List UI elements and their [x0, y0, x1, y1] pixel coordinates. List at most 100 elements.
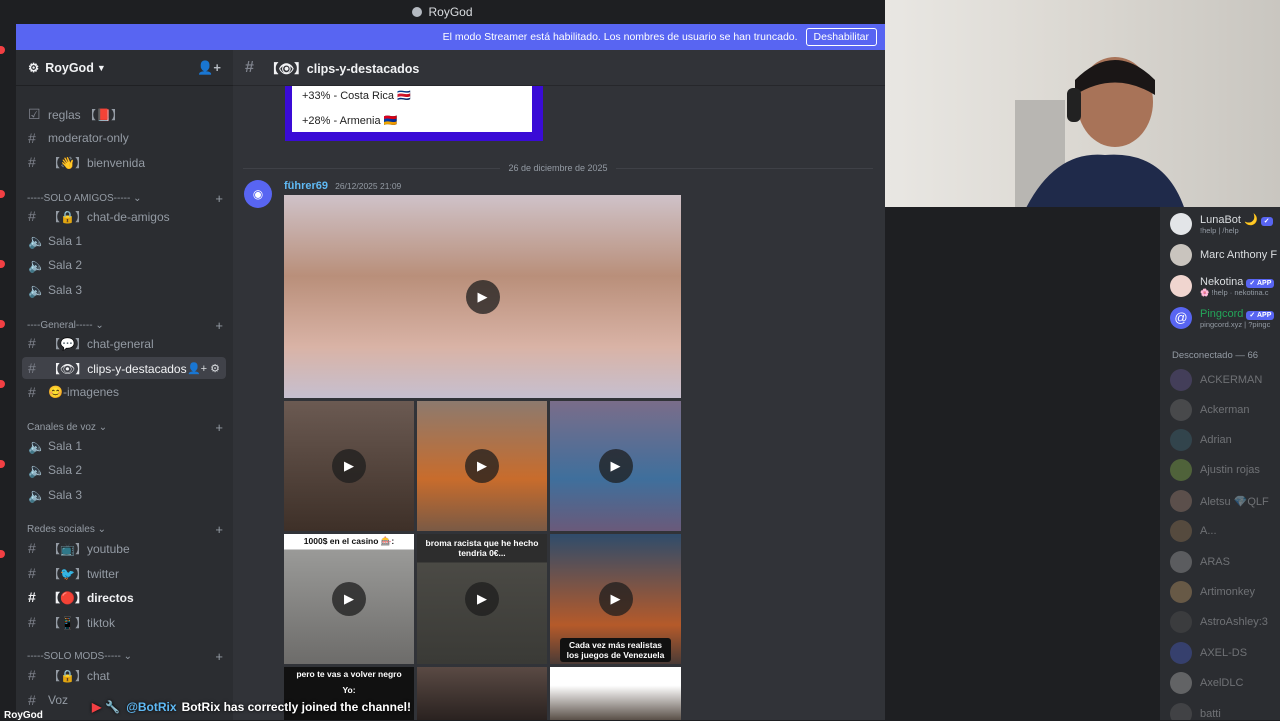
member-name: AXEL-DS [1200, 647, 1248, 659]
avatar[interactable]: ◉ [244, 180, 272, 208]
video-attachment[interactable]: ▶ Cada vez más realistas los juegos de V… [550, 534, 681, 664]
channel-moderator-only[interactable]: # moderator-only [22, 127, 226, 149]
member-item[interactable]: Adrian [1170, 429, 1280, 451]
hash-icon: # [28, 565, 36, 581]
channel-chat-de-amigos[interactable]: # 【🔒】chat-de-amigos [22, 205, 226, 227]
streamer-figure [1015, 57, 1184, 207]
date-divider: 26 de diciembre de 2025 [243, 163, 874, 173]
video-attachment[interactable]: 1000$ en el casino 🎰: ▶ [284, 534, 414, 664]
video-attachment[interactable]: broma racista que he hecho tendria 0€...… [417, 534, 547, 664]
add-member-icon[interactable]: 👤+ [197, 60, 221, 76]
image-embed[interactable]: +33% - Costa Rica 🇨🇷 +28% - Armenia 🇦🇲 [285, 86, 543, 141]
member-item[interactable]: Nekotina ✓ APP 🌸 !help · nekotina.c [1170, 275, 1280, 297]
member-item[interactable]: Artimonkey [1170, 581, 1280, 603]
video-attachment[interactable]: ▶ [284, 195, 681, 398]
speaker-icon: 🔈 [28, 281, 46, 298]
member-item[interactable]: Ackerman [1170, 399, 1280, 421]
voice-channel-sala-1[interactable]: 🔈 Sala 1 [22, 435, 226, 457]
hash-icon: # [28, 130, 36, 146]
category-solo-amigos[interactable]: -----SOLO AMIGOS----- ⌄ + [27, 191, 223, 206]
banner-text: El modo Streamer está habilitado. Los no… [442, 31, 798, 43]
settings-icon[interactable]: 👤+ ⚙ [187, 362, 220, 375]
channel-twitter[interactable]: # 【🐦】twitter [22, 562, 226, 584]
voice-channel-sala-2[interactable]: 🔈 Sala 2 [22, 459, 226, 481]
channel-label: 😊-imagenes [48, 385, 119, 399]
channel-tiktok[interactable]: # 【📱】tiktok [22, 611, 226, 633]
plus-icon[interactable]: + [215, 420, 223, 435]
webcam-overlay [885, 0, 1280, 207]
chat-area: # 【👁】clips-y-destacados +33% - Costa Ric… [233, 50, 885, 720]
member-name: Ackerman [1200, 404, 1250, 416]
member-item[interactable]: AxelDLC [1170, 672, 1280, 694]
play-icon[interactable]: ▶ [332, 449, 366, 483]
channel-clips-y-destacados[interactable]: # 【👁】clips-y-destacados 👤+ ⚙ [22, 357, 226, 379]
hash-icon: # [28, 384, 36, 400]
avatar [1170, 520, 1192, 542]
member-item[interactable]: A... [1170, 520, 1280, 542]
youtube-icon: ▶ [92, 700, 102, 714]
channel-chat-general[interactable]: # 【💬】chat-general [22, 332, 226, 354]
channel-header: # 【👁】clips-y-destacados [233, 50, 885, 86]
channel-directos[interactable]: # 【🔴】directos [22, 586, 226, 608]
channel-sidebar: ⚙ RoyGod ▼ 👤+ ☑ reglas 【📕】 # moderator-onl… [16, 50, 233, 720]
member-item[interactable]: ACKERMAN [1170, 369, 1280, 391]
voice-channel-sala-3[interactable]: 🔈 Sala 3 [22, 279, 226, 301]
avatar [1170, 672, 1192, 694]
member-item[interactable]: ARAS [1170, 551, 1280, 573]
category-solo-mods[interactable]: -----SOLO MODS----- ⌄ + [27, 649, 223, 664]
play-icon[interactable]: ▶ [465, 582, 499, 616]
category-general[interactable]: ----General----- ⌄ + [27, 318, 223, 333]
speaker-icon: 🔈 [28, 232, 46, 249]
voice-channel-sala-1[interactable]: 🔈 Sala 1 [22, 230, 226, 252]
speaker-icon: 🔈 [28, 437, 46, 454]
member-item[interactable]: @ Pingcord ✓ APP pingcord.xyz | ?pingc [1170, 307, 1280, 329]
avatar [1170, 551, 1192, 573]
voice-channel-sala-2[interactable]: 🔈 Sala 2 [22, 254, 226, 276]
server-header[interactable]: ⚙ RoyGod ▼ 👤+ [16, 50, 233, 86]
channel-label: 【📱】tiktok [48, 615, 115, 630]
category-label: Redes sociales [27, 524, 95, 535]
video-attachment[interactable]: ▶ [417, 401, 547, 531]
channel-reglas[interactable]: ☑ reglas 【📕】 [22, 103, 226, 125]
play-icon[interactable]: ▶ [598, 449, 633, 483]
hash-icon: # [28, 614, 36, 630]
plus-icon[interactable]: + [215, 318, 223, 333]
notification-dot [0, 190, 5, 198]
video-attachment[interactable]: ▶ [550, 401, 681, 531]
play-icon[interactable]: ▶ [332, 582, 366, 616]
play-icon[interactable]: ▶ [465, 449, 499, 483]
message-author[interactable]: führer69 [284, 180, 328, 192]
embed-line: +28% - Armenia 🇦🇲 [302, 115, 398, 127]
stream-chat-ticker: ▶ 🔧 @BotRix BotRix has correctly joined … [0, 694, 1280, 720]
member-name: ARAS [1200, 556, 1230, 568]
channel-chat[interactable]: # 【🔒】chat [22, 664, 226, 686]
avatar [1170, 429, 1192, 451]
member-name: Marc Anthony F [1200, 249, 1278, 261]
member-item[interactable]: AstroAshley:3 [1170, 611, 1280, 633]
member-item[interactable]: LunaBot 🌙 ✓ !help | /help [1170, 213, 1280, 235]
video-caption: Cada vez más realistas los juegos de Ven… [560, 638, 671, 662]
plus-icon[interactable]: + [215, 649, 223, 664]
channel-youtube[interactable]: # 【📺】youtube [22, 537, 226, 559]
notification-dot [0, 380, 5, 388]
member-item[interactable]: Ajustin rojas [1170, 459, 1280, 481]
play-icon[interactable]: ▶ [465, 279, 500, 314]
category-canales-de-voz[interactable]: Canales de voz ⌄ + [27, 420, 223, 435]
video-attachment[interactable]: ▶ [284, 401, 414, 531]
voice-channel-sala-3[interactable]: 🔈 Sala 3 [22, 484, 226, 506]
category-redes-sociales[interactable]: Redes sociales ⌄ + [27, 522, 223, 537]
member-item[interactable]: AXEL-DS [1170, 642, 1280, 664]
channel-imagenes[interactable]: # 😊-imagenes [22, 381, 226, 403]
plus-icon[interactable]: + [215, 191, 223, 206]
channel-bienvenida[interactable]: # 【👋】bienvenida [22, 151, 226, 173]
category-label: -----SOLO AMIGOS----- [27, 193, 131, 204]
member-item[interactable]: Marc Anthony F [1170, 244, 1280, 266]
play-icon[interactable]: ▶ [598, 582, 633, 616]
disable-streamer-button[interactable]: Deshabilitar [805, 28, 877, 46]
member-status: pingcord.xyz | ?pingc [1200, 319, 1271, 329]
plus-icon[interactable]: + [215, 522, 223, 537]
member-item[interactable]: Aletsu 💎QLF [1170, 490, 1280, 512]
chevron-down-icon: ⌄ [97, 524, 106, 535]
app-badge: ✓ APP [1246, 278, 1275, 288]
discord-icon: ◉ [252, 187, 264, 201]
